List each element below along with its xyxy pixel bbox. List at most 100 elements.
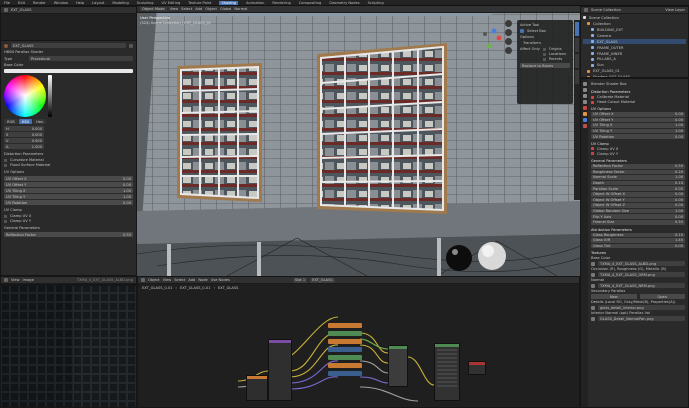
texture-open-button[interactable]: Open (639, 294, 685, 300)
color-mode-tab[interactable]: HSV (18, 119, 33, 124)
menu-item[interactable]: File (4, 1, 10, 5)
object-tab-icon[interactable] (582, 112, 587, 116)
tab-item[interactable] (575, 54, 579, 68)
image-menu-item[interactable]: Image (23, 278, 34, 282)
menu-item[interactable]: Compositing (299, 1, 322, 5)
scene-tab-icon[interactable] (582, 100, 587, 104)
menu-item[interactable]: Shading (219, 0, 239, 5)
breadcrumb-item[interactable]: EXT_GLASS_0-01 (142, 286, 173, 290)
texture-file[interactable]: TXMA_4_EXT_GLASS_ALBD.png (598, 261, 685, 267)
affect-row[interactable]: Parents (542, 57, 566, 61)
breadcrumb-item[interactable]: EXT_GLASS_0-01 (180, 286, 211, 290)
breadcrumb-item[interactable]: EXT_GLASS (218, 286, 239, 290)
props-group-title[interactable]: Distortion Parameters (591, 90, 685, 94)
image-menu-item[interactable]: View (11, 278, 20, 282)
world-tab-icon[interactable] (582, 106, 587, 110)
menu-item[interactable]: Help (76, 1, 84, 5)
outliner-item[interactable]: EXT_GLASS_01 (583, 69, 686, 74)
node-editor-icon[interactable] (141, 278, 145, 282)
menu-item[interactable]: Geometry Nodes (329, 1, 359, 5)
props-value-field[interactable]: Reflection Factor 0.50 (591, 163, 685, 169)
viewport-menu-item[interactable]: Select (181, 7, 192, 11)
props-value-field[interactable]: Global Random Size 1.00 (591, 208, 685, 214)
outliner-item[interactable]: Collection (583, 21, 686, 26)
value-field[interactable]: UV Tiling Y 1.00 (4, 194, 133, 199)
grid-icon[interactable] (505, 47, 512, 54)
tool-tab-icon[interactable] (582, 82, 587, 86)
menu-item[interactable]: Scripting (368, 1, 384, 5)
type-dropdown[interactable]: Procedural (29, 56, 133, 61)
color-wheel[interactable] (4, 75, 46, 117)
node-material-output[interactable] (468, 361, 486, 375)
props-checkbox[interactable] (591, 100, 594, 104)
left-top-item[interactable]: EXT_GLASS (11, 8, 32, 12)
checkbox[interactable] (4, 158, 7, 162)
checkbox-row[interactable]: Clamp UV Y (4, 219, 133, 223)
props-value-field[interactable]: UV Offset X 0.00 (591, 112, 685, 117)
props-value-field[interactable]: UV Rotation 0.00 (591, 134, 685, 139)
props-value-field[interactable]: Glass Tint 0.00 (591, 243, 685, 249)
affect-row[interactable]: Locations (542, 52, 566, 56)
texture-file[interactable]: TXMA_4_EXT_GLASS_ORM.png (598, 272, 685, 278)
render-tab-icon[interactable] (582, 88, 587, 92)
menu-item[interactable]: Rendering (272, 1, 290, 5)
props-value-field[interactable]: Depth 0.10 (591, 180, 685, 186)
props-group-title[interactable]: UV Options (591, 107, 685, 111)
material-slot-field[interactable]: EXT_GLASS (11, 43, 126, 48)
menu-item[interactable]: Texture Paint (188, 1, 211, 5)
value-field[interactable]: UV Offset X 0.00 (4, 176, 133, 181)
close-icon[interactable] (129, 43, 133, 48)
menu-item[interactable]: Window (54, 1, 68, 5)
menu-item[interactable]: Edit (18, 1, 25, 5)
color-mode-tab[interactable]: Hex (33, 119, 47, 124)
props-value-field[interactable]: Normal Scale 1.00 (591, 175, 685, 180)
outliner-item[interactable]: EXT_GLASS (583, 38, 686, 45)
props-value-field[interactable]: Glass Roughness 0.10 (591, 232, 685, 238)
affect-checkbox[interactable] (542, 57, 546, 61)
texture-new-button[interactable]: New (591, 294, 637, 300)
value-slider[interactable] (48, 75, 52, 117)
material-tab-icon[interactable] (582, 124, 587, 128)
checkbox-row[interactable]: Flood Surface Material (4, 163, 133, 167)
menu-item[interactable]: Layout (92, 1, 104, 5)
node-menu-item[interactable]: Use Nodes (211, 278, 230, 282)
props-checkbox[interactable] (591, 152, 594, 156)
props-value-field[interactable]: Parallax Scale 0.05 (591, 186, 685, 191)
color-mode-tab[interactable]: RGB (4, 119, 18, 124)
outliner-item[interactable]: FRAME_OUTER (583, 45, 686, 50)
viewport-menu-item[interactable]: Object Mode (140, 7, 167, 11)
editor-type-icon[interactable] (4, 8, 8, 12)
checkbox[interactable] (4, 163, 7, 167)
props-checkbox[interactable] (591, 95, 594, 99)
tab-edit[interactable] (575, 70, 579, 84)
value-field[interactable]: UV Tiling X 1.00 (4, 188, 133, 193)
node-texture-group[interactable] (268, 339, 292, 401)
props-value-field[interactable]: Object W Offset Z 0.00 (591, 203, 685, 208)
node-principled-bsdf[interactable] (434, 343, 460, 401)
props-check-row[interactable]: Head Cutout Material (591, 100, 685, 104)
texture-file[interactable]: GLASS_Detail_NormalPan.png (598, 316, 685, 322)
outliner-item[interactable]: Sun (583, 63, 686, 68)
props-value-field[interactable]: Flip Y Axis 0.00 (591, 214, 685, 219)
hsv-field[interactable]: A 1.000 (4, 144, 44, 149)
affect-checkbox[interactable] (542, 47, 546, 51)
node-mix[interactable] (388, 345, 408, 387)
viewport-menu-item[interactable]: Add (195, 7, 202, 11)
checkbox-row[interactable]: Clamp UV X (4, 214, 133, 218)
texture-file[interactable]: glass_detail_interior.png (598, 305, 685, 311)
color-swatch[interactable] (4, 69, 133, 73)
node-menu-item[interactable]: View (163, 278, 172, 282)
replace-bones-button[interactable]: Replace to Bones (520, 63, 570, 68)
hsv-field[interactable]: S 0.000 (4, 132, 44, 137)
node-menu-item[interactable]: Select (174, 278, 185, 282)
camera-icon[interactable] (505, 38, 512, 45)
outliner-icon[interactable] (584, 8, 588, 12)
props-value-field[interactable]: Glass IOR 1.45 (591, 238, 685, 243)
viewport-menu-item[interactable]: Object (205, 7, 217, 11)
pan-icon[interactable] (505, 29, 512, 36)
affect-row[interactable]: Origins (542, 47, 566, 51)
value-field[interactable]: UV Rotation 0.00 (4, 200, 133, 205)
props-value-field[interactable]: Fresnel Size 0.50 (591, 219, 685, 225)
zoom-icon[interactable] (505, 20, 512, 27)
outliner-item[interactable]: Camera (583, 33, 686, 38)
